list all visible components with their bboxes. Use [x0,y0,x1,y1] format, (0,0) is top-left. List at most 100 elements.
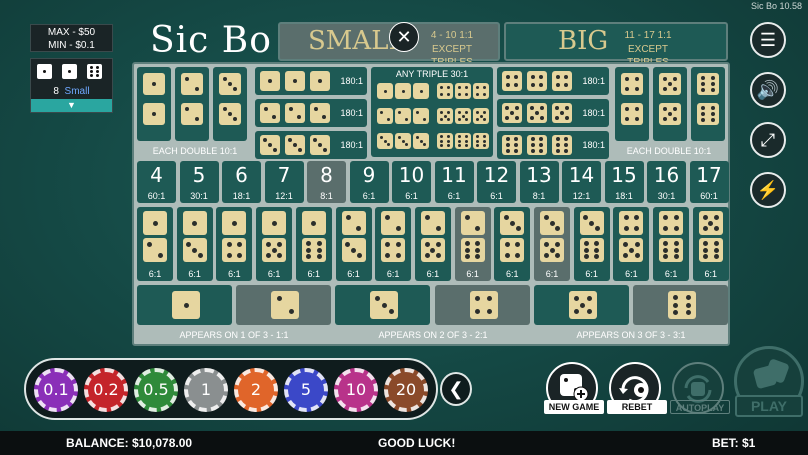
total-bet-11[interactable]: 11 6:1 [434,161,474,203]
total-bet-4[interactable]: 4 60:1 [137,161,176,203]
history-expand-button[interactable]: ▼ [31,99,112,112]
each-double-6[interactable] [691,67,725,141]
chip-0.2[interactable]: 0.2 [84,368,128,412]
chip-0.5[interactable]: 0.5 [134,368,178,412]
die-pip [194,116,199,121]
die-face-3 [377,133,393,149]
die-face-6 [301,238,326,262]
combo-bet-1-3[interactable]: 6:1 [176,207,213,281]
die-pip [356,253,362,259]
combo-bet-2-4[interactable]: 6:1 [375,207,412,281]
combo-bet-3-5[interactable]: 6:1 [534,207,570,281]
total-bet-16[interactable]: 16 30:1 [647,161,686,203]
total-bet-14[interactable]: 14 12:1 [562,161,601,203]
turbo-button[interactable]: ⚡ [750,172,786,208]
single-number-2[interactable] [236,285,332,325]
specific-triple-4[interactable]: 180:1 [497,67,609,95]
rebet-button[interactable]: REBET [607,362,667,414]
combo-bet-2-3[interactable]: 6:1 [335,207,372,281]
die-pip [510,111,514,115]
any-triple-bet[interactable]: ANY TRIPLE 30:1 [371,67,493,157]
single-number-4[interactable] [434,285,530,325]
max-limit: MAX - $50 [47,27,96,38]
chip-2[interactable]: 2 [234,368,278,412]
combo-bet-2-6[interactable]: 6:1 [454,207,491,281]
autoplay-button[interactable]: AUTOPLAY [670,362,730,414]
die-pip [539,74,544,79]
die-pip [530,83,535,88]
chip-20[interactable]: 20 [384,368,428,412]
single-number-5[interactable] [533,285,629,325]
each-double-4[interactable] [615,67,649,141]
die-face-2 [271,291,300,319]
combo-bet-1-6[interactable]: 6:1 [295,207,332,281]
close-button[interactable]: ✕ [389,22,419,52]
single-number-1[interactable] [137,285,232,325]
combo-bet-1-5[interactable]: 6:1 [256,207,293,281]
combo-bet-2-5[interactable]: 6:1 [414,207,451,281]
die-pip [673,247,679,253]
each-double-2[interactable] [175,67,209,141]
combo-bet-4-5[interactable]: 6:1 [613,207,650,281]
triple-odds: 180:1 [340,108,363,118]
die-pip [475,118,479,122]
combo-bet-3-4[interactable]: 6:1 [494,207,531,281]
die-pip [425,215,431,221]
specific-triple-6[interactable]: 180:1 [497,131,609,159]
die-pip [514,106,519,111]
total-bet-10[interactable]: 10 6:1 [392,161,431,203]
total-bet-8[interactable]: 8 8:1 [307,161,346,203]
each-double-5[interactable] [653,67,687,141]
specific-triple-3[interactable]: 180:1 [255,131,367,159]
fullscreen-button[interactable]: ⤢ [750,122,786,158]
die-pip [662,106,667,111]
die-pip [555,83,560,88]
total-bet-17[interactable]: 17 60:1 [689,161,729,203]
chip-tray-toggle[interactable]: ❮ [440,372,472,406]
die-pip [487,296,493,302]
die-pip [668,112,672,116]
die-pip [89,65,93,69]
die-face-4 [502,71,522,91]
single-number-3[interactable] [335,285,431,325]
chip-1[interactable]: 1 [184,368,228,412]
die-pip [628,247,634,253]
chip-0.1[interactable]: 0.1 [34,368,78,412]
total-bet-5[interactable]: 5 30:1 [179,161,219,203]
die-pip [543,253,549,259]
each-double-3[interactable] [213,67,247,141]
single-number-6[interactable] [633,285,728,325]
combo-odds: 6:1 [267,269,281,279]
die-pip [504,252,510,258]
total-bet-12[interactable]: 12 6:1 [477,161,516,203]
total-bet-15[interactable]: 15 18:1 [604,161,644,203]
combo-bet-5-6[interactable]: 6:1 [692,207,729,281]
combo-bet-4-6[interactable]: 6:1 [653,207,690,281]
chip-5[interactable]: 5 [284,368,328,412]
specific-triple-5[interactable]: 180:1 [497,99,609,127]
die-pip [703,240,709,246]
specific-triple-2[interactable]: 180:1 [255,99,367,127]
total-bet-7[interactable]: 7 12:1 [264,161,304,203]
die-pip [530,115,535,120]
play-button[interactable]: PLAY [734,346,804,417]
combo-bet-1-2[interactable]: 6:1 [137,207,173,281]
die-pip [514,137,519,142]
combo-bet-1-4[interactable]: 6:1 [216,207,253,281]
die-pip [276,296,282,302]
total-bet-9[interactable]: 9 6:1 [349,161,389,203]
sound-button[interactable]: 🔊 [750,72,786,108]
new-game-button[interactable]: NEW GAME [544,362,604,414]
total-bet-13[interactable]: 13 8:1 [519,161,559,203]
last-roll-die [37,64,52,79]
die-pip [311,220,317,226]
total-bet-6[interactable]: 6 18:1 [222,161,261,203]
chip-10[interactable]: 10 [334,368,378,412]
each-double-1[interactable] [137,67,171,141]
big-bet-button[interactable]: BIG 11 - 17 1:1 EXCEPT TRIPLES [504,22,728,68]
die-pip [634,107,639,112]
die-face-1 [222,211,247,235]
specific-triple-1[interactable]: 180:1 [255,67,367,95]
combo-bet-3-6[interactable]: 6:1 [573,207,610,281]
menu-button[interactable]: ☰ [750,22,786,58]
